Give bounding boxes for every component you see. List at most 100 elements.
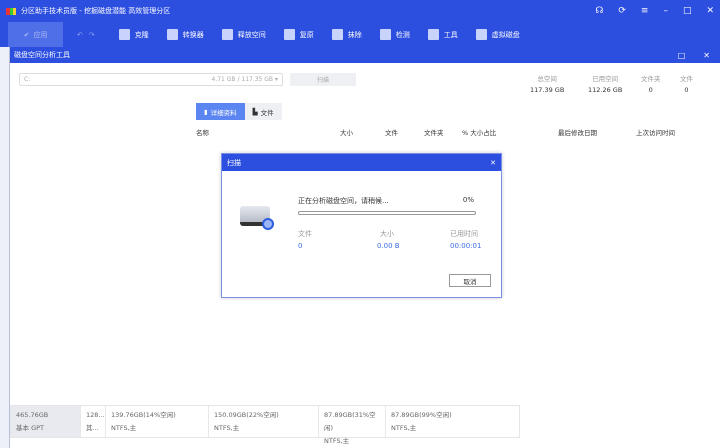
size-label: 大小 [380, 230, 394, 238]
partition[interactable]: 150.09GB(22%空闲) NTFS,主 [209, 406, 319, 437]
stat-folders: 文件夹 0 [641, 73, 661, 94]
maximize-button[interactable]: □ [678, 51, 686, 60]
magnifier-icon [262, 218, 274, 230]
label: 工具 [443, 30, 458, 39]
col-percent[interactable]: % 大小占比 [462, 127, 496, 137]
apply-label: 应用 [33, 30, 48, 39]
menu-icon[interactable]: ≡ [641, 6, 649, 16]
free-space-icon [221, 29, 233, 40]
label: 释放空间 [237, 30, 266, 39]
scan-message: 正在分析磁盘空间，请稍候... [298, 197, 389, 205]
time-value: 00:00:01 [450, 242, 482, 250]
check-icon: ✔ [23, 30, 30, 39]
converter-button[interactable]: 转换器 [166, 29, 204, 40]
label: 克隆 [134, 30, 149, 39]
refresh-icon[interactable]: ⟳ [618, 6, 626, 16]
partition[interactable]: 128... 其... [81, 406, 106, 437]
partition[interactable]: 139.76GB(14%空闲) NTFS,主 [106, 406, 209, 437]
close-button[interactable]: ✕ [703, 51, 710, 60]
files-label: 文件 [298, 230, 312, 238]
label: 转换器 [182, 30, 204, 39]
stat-total: 总空间 117.39 GB [530, 73, 564, 94]
time-label: 已用时间 [450, 230, 478, 238]
label: 复原 [299, 30, 314, 39]
p-size: 128... [86, 411, 105, 419]
p-type: NTFS,主 [324, 437, 350, 445]
drive-usage: 4.71 GB / 117.35 GB [211, 76, 274, 83]
clone-icon [118, 29, 130, 40]
headset-icon[interactable]: ☊ [595, 6, 603, 16]
scan-button[interactable]: 扫描 [290, 73, 356, 86]
close-button[interactable]: ✕ [706, 6, 714, 16]
app-logo-icon [6, 7, 16, 15]
stat-files: 文件 0 [680, 73, 693, 94]
window-title: 分区助手技术员版 - 挖掘磁盘潜能 高效管理分区 [21, 7, 171, 15]
disk-info[interactable]: 465.76GB 基本 GPT [11, 406, 81, 437]
converter-icon [166, 29, 178, 40]
restore-button[interactable]: 复原 [283, 29, 314, 40]
file-icon: ▙ [252, 107, 258, 116]
col-files[interactable]: 文件 [385, 127, 398, 137]
disk-size: 465.76GB [16, 411, 49, 419]
p-type: 其... [86, 424, 99, 432]
restore-icon [283, 29, 295, 40]
p-size: 139.76GB(14%空闲) [111, 411, 176, 419]
partition[interactable]: 87.89GB(99%空闲) NTFS,主 [386, 406, 519, 437]
scan-dialog: 扫描 ✕ 正在分析磁盘空间，请稍候... 0% 文件 0 大小 0.00 B 已用… [221, 153, 502, 298]
wipe-button[interactable]: 抹除 [331, 29, 362, 40]
tab-details[interactable]: ▮ 详细资料 [196, 103, 245, 120]
progress-bar [298, 211, 476, 215]
maximize-button[interactable]: □ [683, 6, 692, 16]
size-value: 0.00 B [377, 242, 400, 250]
col-modified[interactable]: 最后修改日期 [558, 127, 597, 137]
p-type: NTFS,主 [214, 424, 240, 432]
subwindow-title-bar: 磁盘空间分析工具 □ ✕ [10, 47, 720, 63]
redo-icon[interactable]: ↷ [89, 31, 95, 39]
drive-select[interactable]: C: 4.71 GB / 117.35 GB ▾ [19, 73, 283, 86]
drive-letter: C: [24, 76, 31, 83]
partition[interactable]: 87.89GB(31%空闲) NTFS,主 [319, 406, 386, 445]
undo-icon[interactable]: ↶ [77, 31, 83, 39]
value: 112.26 GB [588, 86, 623, 94]
label: 已用空间 [592, 75, 619, 83]
check-disk-icon [379, 29, 391, 40]
p-size: 150.09GB(22%空闲) [214, 411, 279, 419]
tools-icon [427, 29, 439, 40]
virtual-disk-icon [475, 29, 487, 40]
tab-files[interactable]: ▙ 文件 [244, 103, 282, 120]
subwindow-title: 磁盘空间分析工具 [14, 51, 70, 59]
details-icon: ▮ [204, 107, 208, 116]
apply-button[interactable]: ✔ 应用 [8, 22, 63, 47]
label: 虚拟磁盘 [491, 30, 520, 39]
close-icon[interactable]: ✕ [490, 159, 496, 167]
chevron-down-icon: ▾ [274, 76, 278, 83]
toolbar: ✔ 应用 ↶ ↷ 克隆 转换器 释放空间 复原 抹除 检测 工具 虚拟磁盘 [0, 22, 720, 47]
p-size: 87.89GB(99%空闲) [391, 411, 452, 419]
col-accessed[interactable]: 上次访问时间 [636, 127, 675, 137]
left-panel-edge [0, 47, 10, 448]
label: 详细资料 [210, 108, 237, 117]
disk-type: 基本 GPT [16, 424, 44, 432]
label: 文件 [260, 108, 274, 117]
check-button[interactable]: 检测 [379, 29, 410, 40]
dialog-title: 扫描 [227, 158, 241, 167]
title-bar: 分区助手技术员版 - 挖掘磁盘潜能 高效管理分区 ☊ ⟳ ≡ – □ ✕ [0, 0, 720, 22]
label: 文件 [680, 75, 693, 83]
minimize-button[interactable]: – [663, 6, 668, 16]
tools-button[interactable]: 工具 [427, 29, 458, 40]
files-value: 0 [298, 242, 303, 250]
virtual-disk-button[interactable]: 虚拟磁盘 [475, 29, 520, 40]
col-name[interactable]: 名称 [196, 127, 209, 137]
clone-button[interactable]: 克隆 [118, 29, 149, 40]
label: 抹除 [347, 30, 362, 39]
col-size[interactable]: 大小 [340, 127, 353, 137]
p-size: 87.89GB(31%空闲) [324, 411, 376, 432]
cancel-button[interactable]: 取消 [449, 274, 491, 287]
wipe-icon [331, 29, 343, 40]
value: 0 [684, 86, 689, 94]
label: 检测 [395, 30, 410, 39]
label: 总空间 [537, 75, 557, 83]
col-folders[interactable]: 文件夹 [424, 127, 444, 137]
free-space-button[interactable]: 释放空间 [221, 29, 266, 40]
p-type: NTFS,主 [111, 424, 137, 432]
